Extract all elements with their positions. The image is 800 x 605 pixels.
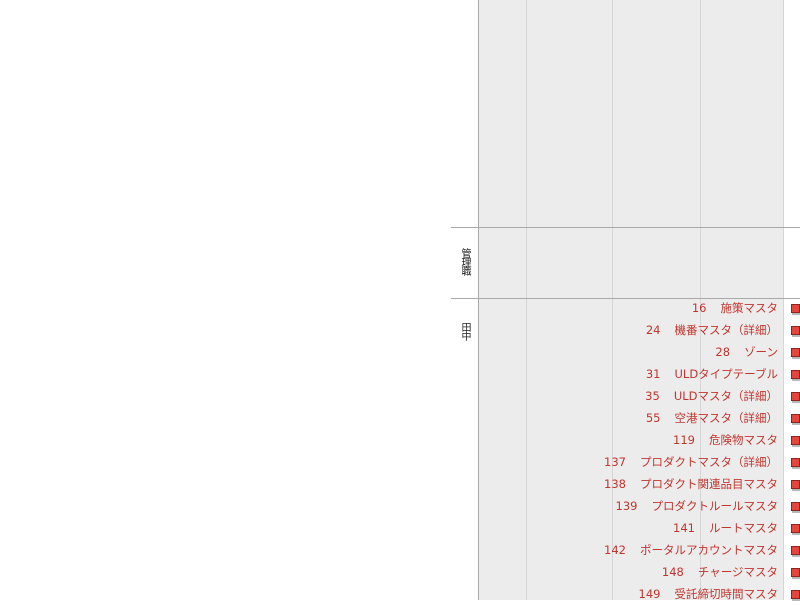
lane-label-manager: 管理職 [459, 248, 470, 275]
list-item[interactable]: 119 危険物マスタ [600, 429, 800, 451]
item-number: 31 [645, 367, 661, 381]
flag-icon[interactable] [791, 326, 800, 337]
list-item[interactable]: 142 ポータルアカウントマスタ [600, 539, 800, 561]
flag-icon[interactable] [791, 304, 800, 315]
item-number: 137 [604, 455, 626, 469]
item-link[interactable]: 施策マスタ [721, 300, 779, 316]
item-number: 16 [691, 301, 707, 315]
item-number: 28 [715, 345, 731, 359]
column-divider [526, 0, 527, 600]
flag-icon[interactable] [791, 502, 800, 513]
item-number: 148 [661, 565, 684, 579]
list-item[interactable]: 35 ULDマスタ（詳細） [600, 385, 800, 407]
lane-separator [451, 227, 800, 228]
flag-icon[interactable] [791, 458, 800, 469]
list-item[interactable]: 148 チャージマスタ [600, 561, 800, 583]
item-link[interactable]: チャージマスタ [698, 564, 778, 580]
lane-label-tanaka: 田中 [459, 322, 470, 340]
item-number: 119 [673, 433, 695, 447]
item-number: 55 [645, 411, 661, 425]
flag-icon[interactable] [791, 348, 800, 359]
item-link[interactable]: プロダクトマスタ（詳細） [640, 454, 778, 470]
flag-icon[interactable] [791, 480, 800, 491]
flag-icon[interactable] [791, 392, 800, 403]
list-item[interactable]: 28 ゾーン [600, 341, 800, 363]
item-link[interactable]: 空港マスタ（詳細） [675, 410, 779, 426]
list-item[interactable]: 31 ULDタイプテーブル [600, 363, 800, 385]
list-item[interactable]: 55 空港マスタ（詳細） [600, 407, 800, 429]
list-item[interactable]: 16 施策マスタ [600, 297, 800, 319]
list-item[interactable]: 137 プロダクトマスタ（詳細） [600, 451, 800, 473]
list-item[interactable]: 24 機番マスタ（詳細） [600, 319, 800, 341]
item-link[interactable]: ポータルアカウントマスタ [640, 542, 778, 558]
flag-icon[interactable] [791, 568, 800, 579]
item-link[interactable]: プロダクトルールマスタ [652, 498, 779, 514]
flag-icon[interactable] [791, 524, 800, 535]
item-number: 139 [615, 499, 638, 513]
item-link[interactable]: ゾーン [744, 344, 778, 360]
flag-icon[interactable] [791, 414, 800, 425]
list-item[interactable]: 149 受託締切時間マスタ [600, 583, 800, 605]
item-number: 149 [638, 587, 661, 601]
list-item[interactable]: 138 プロダクト関連品目マスタ [600, 473, 800, 495]
list-item[interactable]: 139 プロダクトルールマスタ [600, 495, 800, 517]
item-link[interactable]: プロダクト関連品目マスタ [640, 476, 778, 492]
flag-icon[interactable] [791, 370, 800, 381]
flag-icon[interactable] [791, 436, 800, 447]
list-item[interactable]: 141 ルートマスタ [600, 517, 800, 539]
flag-icon[interactable] [791, 546, 800, 557]
item-number: 138 [604, 477, 626, 491]
item-number: 35 [645, 389, 660, 403]
item-link[interactable]: 機番マスタ（詳細） [675, 322, 779, 338]
item-number: 141 [673, 521, 695, 535]
item-link[interactable]: ULDタイプテーブル [675, 366, 779, 382]
item-link[interactable]: ルートマスタ [709, 520, 778, 536]
item-number: 24 [645, 323, 661, 337]
item-link[interactable]: ULDマスタ（詳細） [674, 388, 778, 404]
item-link[interactable]: 危険物マスタ [709, 432, 778, 448]
item-number: 142 [604, 543, 626, 557]
flag-icon[interactable] [791, 590, 800, 601]
lane-divider [478, 0, 479, 600]
